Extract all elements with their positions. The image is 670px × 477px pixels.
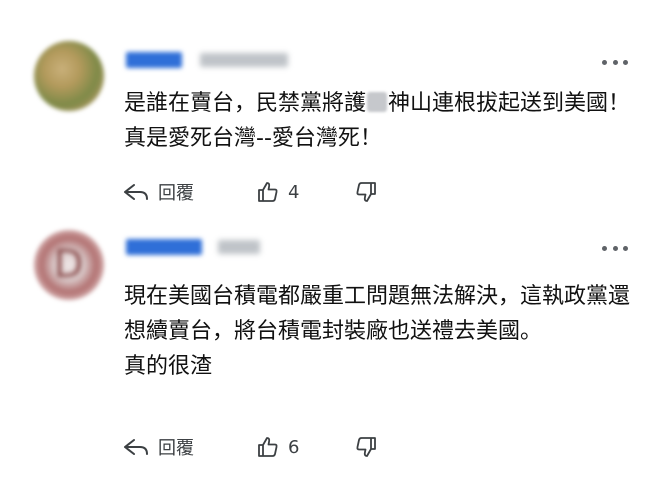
avatar[interactable] [34, 41, 104, 111]
avatar-letter: D [54, 242, 84, 286]
comment-item: D 現在美國台積電都嚴重工問題無法解決，這執政黨還想續賣台，將台積電封裝廠也送禮… [0, 224, 670, 477]
comment-actions: 回覆 6 [122, 432, 442, 462]
avatar[interactable]: D [34, 230, 104, 300]
like-count: 6 [288, 436, 300, 458]
like-button[interactable]: 4 [256, 177, 299, 207]
reply-button[interactable]: 回覆 [122, 177, 194, 207]
more-options-button[interactable] [602, 243, 628, 253]
reply-icon [122, 182, 150, 202]
dislike-button[interactable] [354, 177, 378, 207]
thumbs-down-icon [354, 435, 378, 459]
comment-meta-redacted [218, 240, 260, 254]
more-icon [602, 245, 607, 251]
thumbs-up-icon [256, 435, 280, 459]
comment-text: 是誰在賣台，民禁黨將護 神山連根拔起送到美國！真是愛死台灣--愛台灣死！ [124, 86, 634, 156]
more-options-button[interactable] [602, 57, 628, 67]
dislike-button[interactable] [354, 432, 378, 462]
username-redacted[interactable] [126, 239, 202, 255]
thumbs-up-icon [256, 180, 280, 204]
comment-feed: 是誰在賣台，民禁黨將護 神山連根拔起送到美國！真是愛死台灣--愛台灣死！ 回覆 4 [0, 0, 670, 477]
comment-text-part: 是誰在賣台，民禁黨將護 [124, 91, 367, 116]
reply-button[interactable]: 回覆 [122, 432, 194, 462]
reply-label: 回覆 [158, 438, 194, 459]
like-button[interactable]: 6 [256, 432, 299, 462]
username-redacted[interactable] [126, 52, 182, 68]
reply-icon [122, 437, 150, 457]
comment-meta-redacted [200, 53, 288, 67]
comment-item: 是誰在賣台，民禁黨將護 神山連根拔起送到美國！真是愛死台灣--愛台灣死！ 回覆 4 [0, 0, 670, 224]
comment-actions: 回覆 4 [122, 177, 442, 207]
like-count: 4 [288, 181, 300, 203]
reply-label: 回覆 [158, 183, 194, 204]
comment-text: 現在美國台積電都嚴重工問題無法解決，這執政黨還想續賣台，將台積電封裝廠也送禮去美… [124, 284, 631, 379]
redacted-character [367, 92, 388, 112]
thumbs-down-icon [354, 180, 378, 204]
more-icon [602, 59, 607, 65]
